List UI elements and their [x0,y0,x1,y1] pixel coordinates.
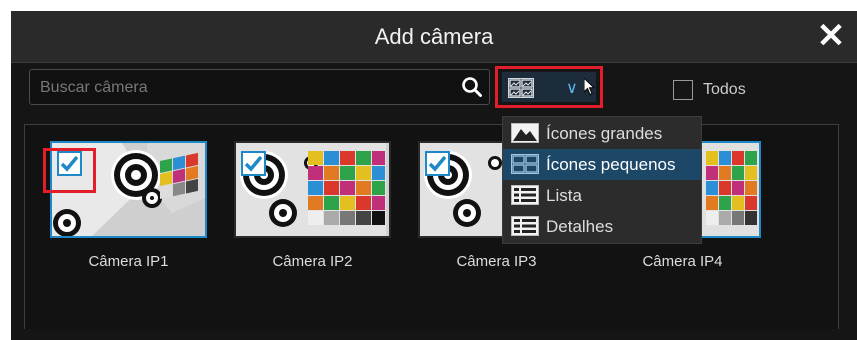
chevron-down-icon: ∨ [566,80,578,97]
menu-item-label: Lista [546,186,582,205]
checkmark-icon [244,155,263,172]
camera-label: Câmera IP2 [272,253,353,270]
mouse-cursor-icon [584,78,596,96]
close-icon[interactable]: ✕ [815,19,847,53]
view-mode-button[interactable]: ∨ [502,72,596,102]
details-icon [511,216,539,236]
menu-item-details[interactable]: Detalhes [503,211,701,242]
checkmark-icon [428,155,447,172]
camera-thumbnail[interactable] [234,141,391,238]
menu-item-label: Ícones pequenos [546,155,676,174]
menu-item-label: Ícones grandes [546,124,663,143]
title-bar: Add câmera ✕ [11,11,857,63]
select-all-checkbox[interactable] [673,80,693,100]
camera-label: Câmera IP1 [88,253,169,270]
small-icons-icon [508,78,534,98]
select-all-label: Todos [703,81,746,98]
menu-item-large-icons[interactable]: Ícones grandes [503,118,701,149]
dialog-title: Add câmera [374,24,494,49]
highlight-box [43,148,96,193]
menu-item-list[interactable]: Lista [503,180,701,211]
camera-label: Câmera IP4 [642,253,723,270]
large-icons-icon [511,123,539,143]
menu-item-small-icons[interactable]: Ícones pequenos [503,149,701,180]
small-icons-icon [511,154,539,174]
camera-checkbox[interactable] [425,151,450,176]
menu-item-label: Detalhes [546,217,614,236]
list-icon [511,185,539,205]
search-input[interactable] [38,70,462,106]
search-field[interactable] [29,69,490,106]
camera-checkbox[interactable] [241,151,266,176]
view-mode-menu: Ícones grandes Ícones pequenos Lista Det… [502,116,702,244]
view-mode-dropdown[interactable]: ∨ [495,66,603,108]
search-icon[interactable] [461,76,483,98]
camera-label: Câmera IP3 [456,253,537,270]
